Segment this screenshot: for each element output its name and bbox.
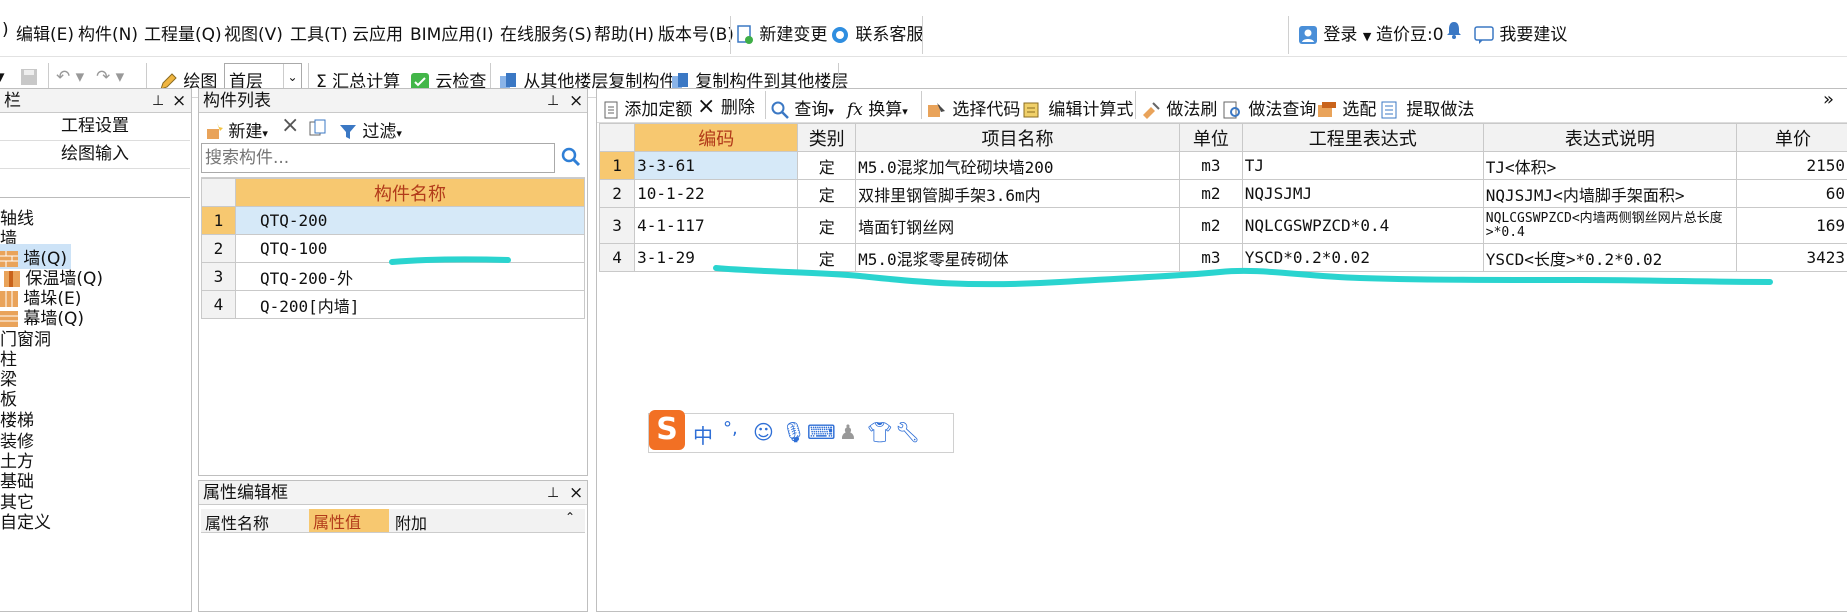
user-icon[interactable]: ♟ (839, 420, 857, 444)
annotation-strokes (389, 256, 1773, 288)
annotation-underline-quota (713, 265, 1773, 288)
wrench-icon[interactable]: 🔧︎ (895, 420, 920, 444)
skin-shirt-icon[interactable]: 👕︎ (867, 420, 892, 444)
emoji-icon[interactable]: ☺ (753, 420, 774, 444)
ime-punct[interactable]: °, (723, 418, 738, 439)
ime-mode[interactable]: 中 (693, 420, 713, 449)
sogou-logo-icon[interactable]: S (649, 410, 685, 450)
microphone-icon[interactable]: 🎙︎ (781, 420, 806, 444)
keyboard-icon[interactable]: ⌨ (807, 420, 836, 444)
annotation-underline-component (389, 256, 511, 265)
ime-toolbar[interactable]: S 中 °, ☺ 🎙︎ ⌨ ♟ 👕︎ 🔧︎ (648, 410, 954, 453)
